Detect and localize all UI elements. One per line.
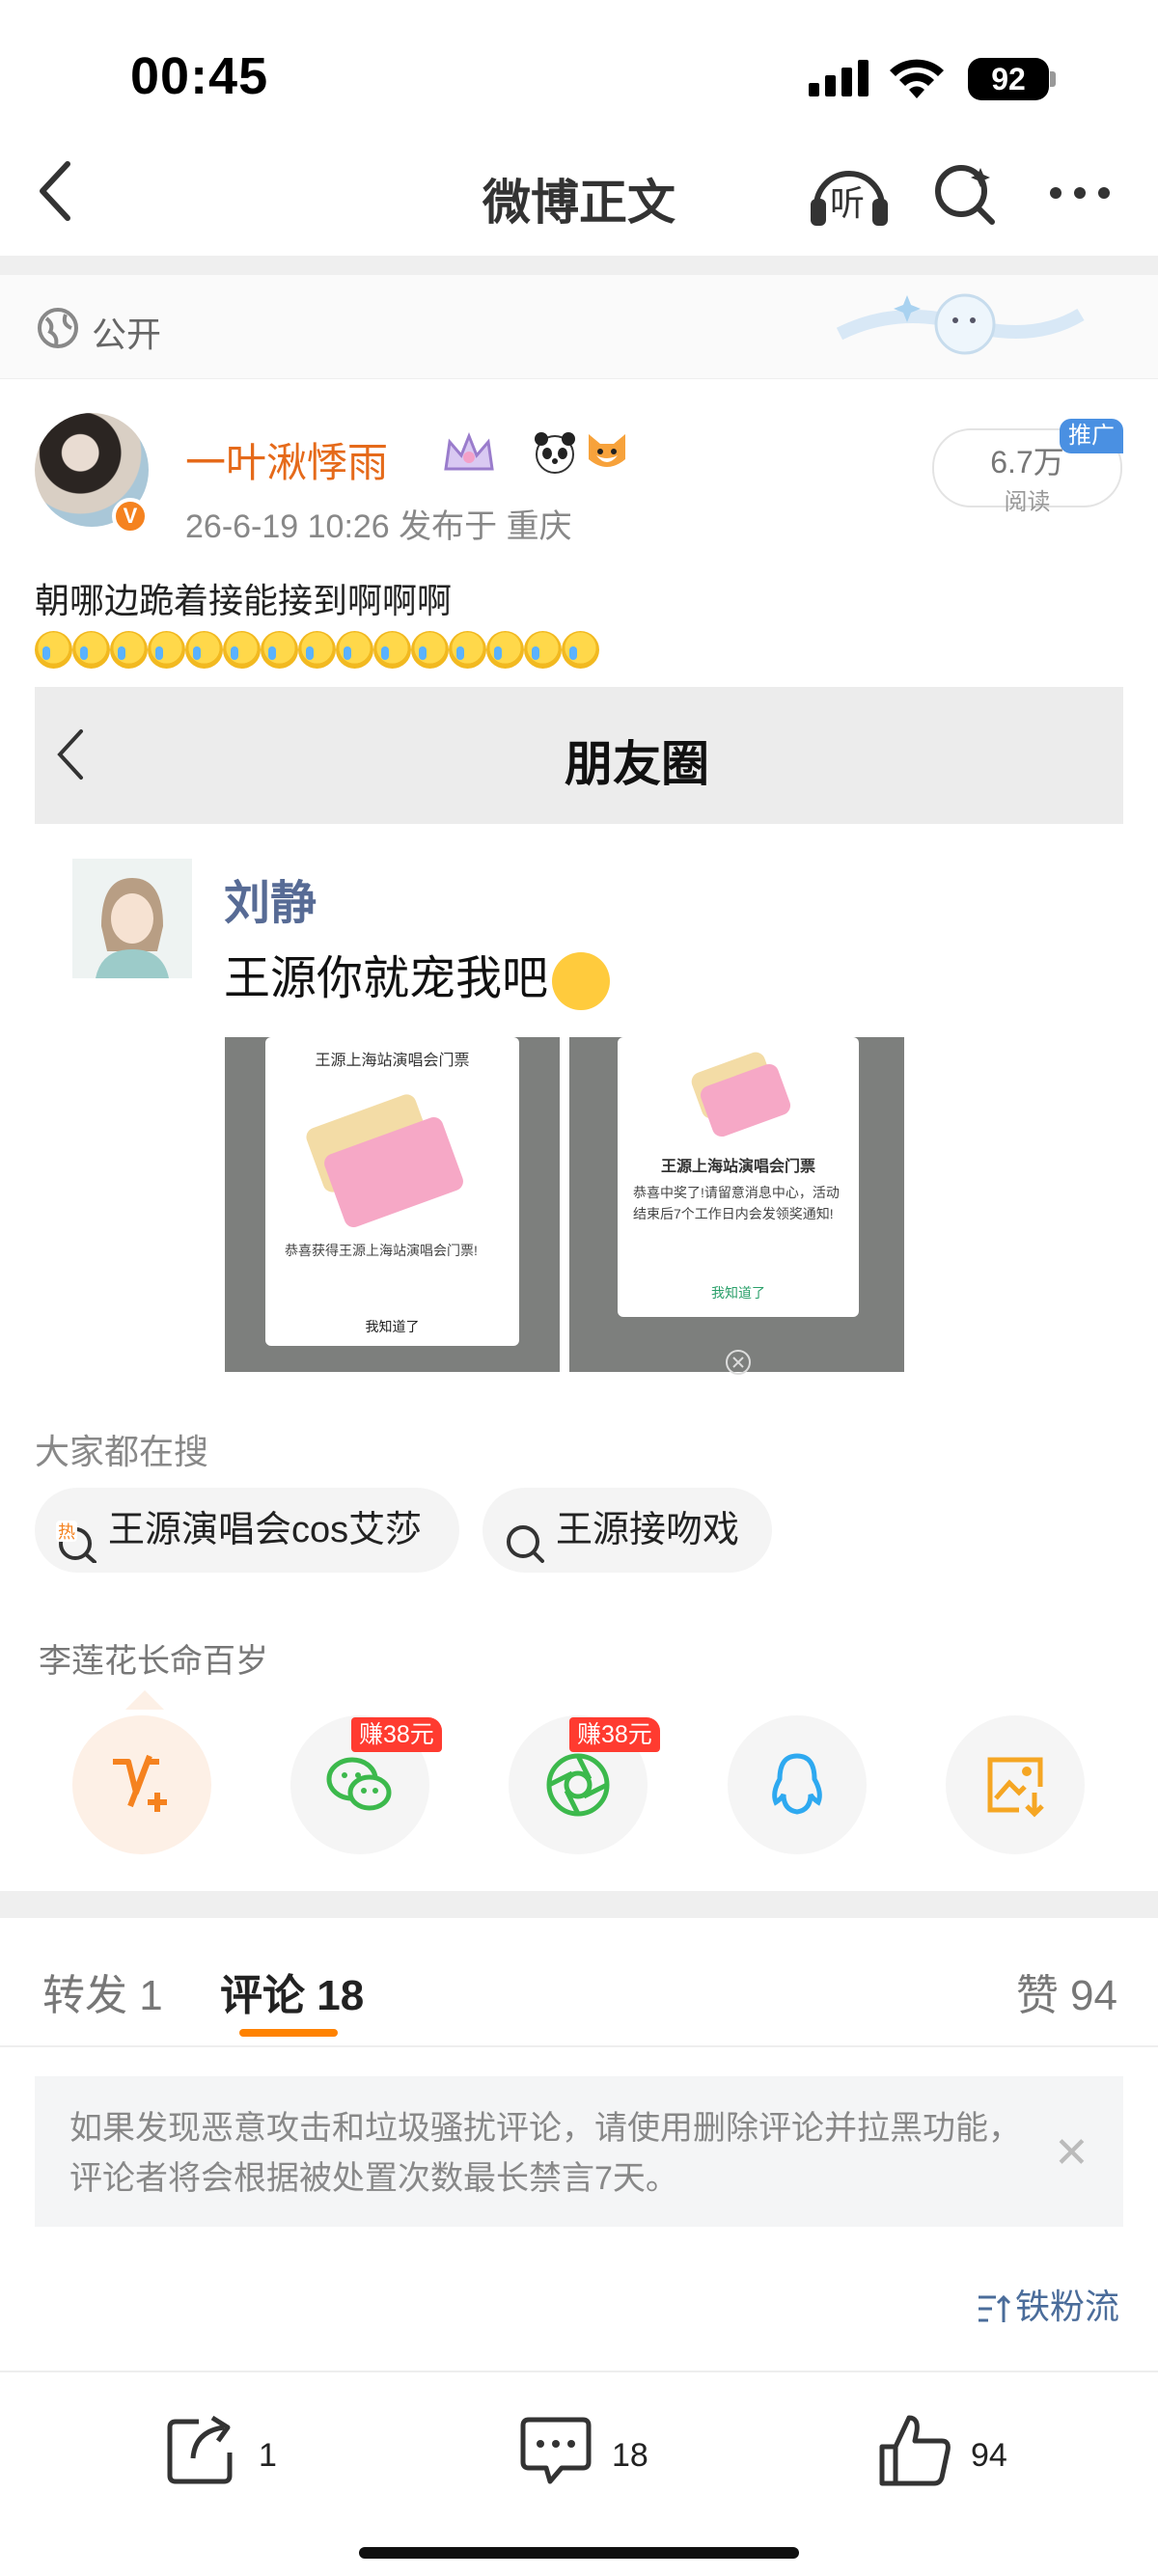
- earn-badge: 赚38元: [569, 1717, 660, 1752]
- crying-emoji-icon: [336, 631, 373, 669]
- moments-aperture-icon: [543, 1750, 613, 1824]
- crying-emoji-row: [35, 631, 599, 670]
- kiss-emoji-icon: [552, 952, 611, 1011]
- crying-emoji-icon: [72, 631, 110, 669]
- crying-emoji-icon: [185, 631, 223, 669]
- wifi-icon: [888, 56, 946, 105]
- notice-text: 如果发现恶意攻击和垃圾骚扰评论，请使用删除评论并拉黑功能，评论者将会根据被处置次…: [69, 2110, 1021, 2197]
- battery-indicator: 92: [968, 58, 1049, 100]
- more-icon[interactable]: [1048, 183, 1112, 207]
- bottom-bar-divider: [0, 2370, 1158, 2372]
- visibility-label: 公开: [92, 315, 162, 354]
- moment-image-2[interactable]: 王源上海站演唱会门票 恭喜中奖了!请留意消息中心，活动结束后7个工作日内会发领奖…: [569, 1037, 904, 1375]
- battery-tip: [1050, 71, 1056, 87]
- comment-action[interactable]: 18: [517, 2412, 648, 2499]
- crying-emoji-icon: [298, 631, 336, 669]
- image2-title: 王源上海站演唱会门票: [660, 1159, 815, 1175]
- crying-emoji-icon: [261, 631, 298, 669]
- read-count-label: 阅读: [1004, 489, 1051, 515]
- crying-emoji-icon: [449, 631, 486, 669]
- section-divider: [0, 1891, 1158, 1918]
- crying-emoji-icon: [562, 631, 599, 669]
- comment-count: 18: [612, 2437, 648, 2474]
- promote-badge[interactable]: 推广: [1060, 419, 1123, 453]
- tab-divider: [0, 2045, 1158, 2047]
- search-chip[interactable]: 王源接吻戏: [482, 1488, 772, 1573]
- image2-button: 我知道了: [711, 1285, 765, 1301]
- share-action[interactable]: 1: [166, 2412, 277, 2499]
- post-text: 朝哪边跪着接能接到啊啊啊: [35, 581, 453, 620]
- weibo-vplus-icon: [107, 1750, 177, 1824]
- earn-badge: 赚38元: [351, 1717, 442, 1752]
- decoration-illustration: [820, 276, 1090, 383]
- share-icon: [166, 2415, 239, 2493]
- trend-topic-label[interactable]: 李莲花长命百岁: [39, 1634, 268, 1682]
- pointer-triangle: [125, 1690, 164, 1710]
- embedded-title: 朋友圈: [565, 737, 709, 791]
- status-time: 00:45: [130, 47, 269, 105]
- share-to-qq-button[interactable]: [728, 1715, 867, 1854]
- moment-image-1[interactable]: 王源上海站演唱会门票 恭喜获得王源上海站演唱会门票! 我知道了: [225, 1037, 560, 1372]
- crying-emoji-icon: [373, 631, 411, 669]
- section-divider: [0, 256, 1158, 275]
- crying-emoji-icon: [524, 631, 562, 669]
- sort-label: 铁粉流: [1014, 2287, 1119, 2326]
- image1-text: 恭喜获得王源上海站演唱会门票!: [285, 1243, 478, 1258]
- like-action[interactable]: 94: [876, 2412, 1007, 2499]
- wechat-icon: [325, 1750, 395, 1824]
- like-count: 94: [971, 2437, 1007, 2474]
- tab-comment[interactable]: 评论 18: [220, 1960, 364, 2022]
- trending-search-label: 大家都在搜: [35, 1432, 209, 1471]
- hot-search-icon: 热: [56, 1509, 98, 1594]
- search-chip-label: 王源演唱会cos艾莎: [108, 1510, 423, 1550]
- search-chip[interactable]: 热 王源演唱会cos艾莎: [35, 1488, 459, 1573]
- save-image-button[interactable]: [946, 1715, 1085, 1854]
- crying-emoji-icon: [148, 631, 185, 669]
- crown-badge-icon: [440, 430, 498, 480]
- hot-label: 热: [58, 1522, 75, 1543]
- post-meta: 26-6-19 10:26 发布于 重庆: [185, 508, 572, 545]
- author-name[interactable]: 一叶湫悸雨: [185, 430, 388, 489]
- thumbs-up-icon: [876, 2415, 953, 2497]
- image2-text: 恭喜中奖了!请留意消息中心，活动结束后7个工作日内会发领奖通知!: [633, 1185, 840, 1221]
- share-count: 1: [259, 2437, 277, 2474]
- image1-title: 王源上海站演唱会门票: [315, 1053, 470, 1069]
- friend-post-text: 王源你就宠我吧: [224, 940, 611, 1011]
- close-circle-icon: [724, 1348, 753, 1382]
- friend-avatar: [72, 859, 192, 978]
- search-chip-label: 王源接吻戏: [556, 1510, 740, 1550]
- shiba-icon: [585, 430, 629, 480]
- crying-emoji-icon: [486, 631, 524, 669]
- tab-repost[interactable]: 转发 1: [42, 1960, 163, 2022]
- crying-emoji-icon: [110, 631, 148, 669]
- search-icon[interactable]: [934, 162, 998, 231]
- verified-badge: V: [112, 498, 149, 534]
- sort-by-fans-button[interactable]: 铁粉流: [977, 2279, 1119, 2329]
- share-to-weibo-button[interactable]: [72, 1715, 211, 1854]
- listen-button[interactable]: 听: [809, 160, 890, 228]
- panda-icon: [533, 430, 577, 480]
- tab-like[interactable]: 赞 94: [1016, 1960, 1117, 2022]
- crying-emoji-icon: [223, 631, 261, 669]
- sort-icon: [978, 2295, 1011, 2323]
- save-image-icon: [980, 1750, 1050, 1824]
- crying-emoji-icon: [411, 631, 449, 669]
- crying-emoji-icon: [35, 631, 72, 669]
- search-icon: [504, 1509, 546, 1594]
- friend-name: 刘静: [224, 878, 317, 929]
- qq-penguin-icon: [762, 1750, 832, 1824]
- cellular-signal-icon: [809, 60, 874, 96]
- globe-icon: [37, 307, 79, 354]
- image1-button: 我知道了: [365, 1319, 420, 1334]
- active-tab-indicator: [239, 2029, 338, 2037]
- listen-label: 听: [830, 183, 866, 223]
- close-icon[interactable]: ✕: [1054, 2128, 1089, 2178]
- comment-icon: [517, 2417, 594, 2497]
- home-indicator[interactable]: [359, 2547, 799, 2559]
